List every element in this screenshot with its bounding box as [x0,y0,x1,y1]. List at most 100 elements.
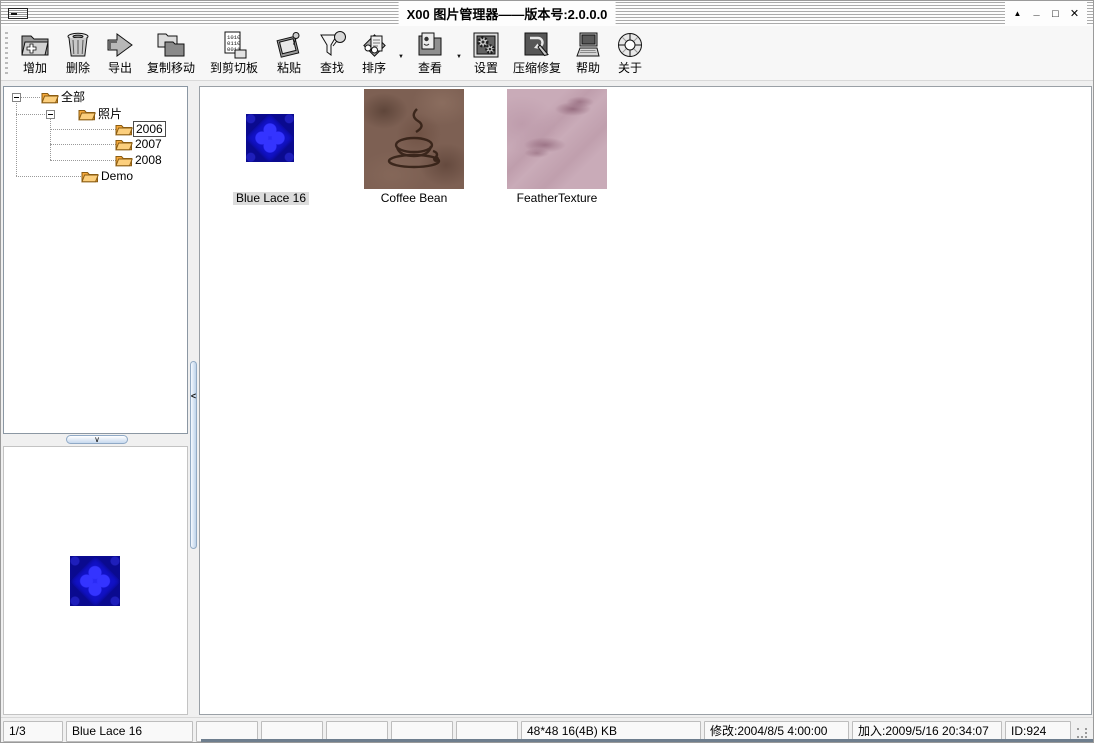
maximize-button[interactable]: □ [1047,5,1064,22]
tree-node-2006[interactable]: 2006 [115,122,166,136]
window-bottom-edge [201,739,1093,742]
titlebar[interactable]: X00 图片管理器——版本号:2.0.0.0 ▲ _ □ ✕ [1,1,1093,26]
view-button[interactable]: 查看 [407,28,453,78]
folder-icon [115,122,133,136]
tree-node-label: 全部 [59,90,87,104]
tree-node-label: 照片 [96,107,124,121]
toolbar-label: 删除 [66,61,90,75]
folder-icon [41,90,59,104]
tree-connector [16,114,45,115]
thumbnail-panel: Blue Lace 16 Coffee Bean FeatherTexture [199,86,1092,715]
copy-move-icon [155,28,187,61]
toolbar-grip[interactable] [5,32,8,74]
lifering-icon [614,28,646,61]
tree-connector [50,144,116,145]
window-title: X00 图片管理器——版本号:2.0.0.0 [399,2,616,25]
toolbar-label: 查看 [418,61,442,75]
tree-connector [21,97,40,98]
thumbnail-label[interactable]: Coffee Bean [378,192,451,205]
view-dropdown-arrow[interactable]: ▼ [453,28,465,78]
add-button[interactable]: 增加 [13,28,57,78]
sort-dropdown-arrow[interactable]: ▼ [395,28,407,78]
settings-button[interactable]: 设置 [465,28,507,78]
thumbnail-label[interactable]: Blue Lace 16 [233,192,309,205]
sort-button[interactable]: 排序 [353,28,395,78]
export-button[interactable]: 导出 [99,28,141,78]
window-controls: ▲ _ □ ✕ [1005,1,1087,26]
folder-icon [78,107,96,121]
find-button[interactable]: 查找 [311,28,353,78]
coffee-cup-sketch [364,89,464,189]
close-button[interactable]: ✕ [1066,5,1083,22]
toolbar-label: 粘贴 [277,61,301,75]
left-horizontal-splitter[interactable]: ∨ [3,434,188,446]
preview-image-blue-lace [70,556,120,606]
status-cell-filename: Blue Lace 16 [66,721,193,742]
status-cell-index: 1/3 [3,721,63,742]
chevron-down-icon: ∨ [94,436,100,444]
repair-icon [521,28,553,61]
tree-connector [50,118,51,160]
clipboard-doc-icon: 101001100011 [218,28,250,61]
tree-collapse-toggle[interactable] [46,110,55,119]
app-window: X00 图片管理器——版本号:2.0.0.0 ▲ _ □ ✕ 增加 删除 [0,0,1094,743]
thumbnail-label[interactable]: FeatherTexture [514,192,601,205]
to-clipboard-button[interactable]: 101001100011 到剪切板 [201,28,267,78]
folder-icon [115,137,133,151]
splitter-grip[interactable] [190,361,197,549]
folder-icon [115,153,133,167]
tree-node-label: 2006 [133,121,166,137]
toolbar-label: 导出 [108,61,132,75]
add-folder-icon [19,28,51,61]
paste-button[interactable]: 粘贴 [267,28,311,78]
compress-repair-button[interactable]: 压缩修复 [507,28,567,78]
toolbar-label: 压缩修复 [513,61,561,75]
pin-button[interactable]: ▲ [1009,5,1026,22]
toolbar-label: 查找 [320,61,344,75]
view-icon [414,28,446,61]
thumbnail-feather-texture[interactable] [507,89,607,189]
toolbar-label: 帮助 [576,61,600,75]
tree-node-photos[interactable]: 照片 [78,107,124,121]
tree-node-label: 2007 [133,137,164,151]
folder-tree-panel: 全部 照片 2006 2007 2008 Demo [3,86,188,434]
toolbar-label: 到剪切板 [210,61,258,75]
thumbnail-blue-lace[interactable] [246,114,294,162]
minimize-button[interactable]: _ [1028,5,1045,22]
computer-icon [572,28,604,61]
tree-node-demo[interactable]: Demo [81,169,135,183]
chevron-left-icon[interactable]: < [189,391,198,401]
about-button[interactable]: 关于 [609,28,651,78]
find-icon [316,28,348,61]
system-menu-icon[interactable] [8,8,28,19]
delete-button[interactable]: 删除 [57,28,99,78]
sort-icon [358,28,390,61]
export-arrow-icon [104,28,136,61]
folder-icon [81,169,99,183]
help-button[interactable]: 帮助 [567,28,609,78]
tree-node-label: 2008 [133,153,164,167]
thumbnail-coffee-bean[interactable] [364,89,464,189]
toolbar-label: 设置 [474,61,498,75]
toolbar: 增加 删除 导出 复制移动 101001100011 到剪切板 [1,26,1093,81]
copy-move-button[interactable]: 复制移动 [141,28,201,78]
minimize-icon: _ [1033,5,1039,17]
tree-node-2007[interactable]: 2007 [115,137,164,151]
tree-connector [50,129,116,130]
trash-icon [62,28,94,61]
tree-connector [50,160,116,161]
toolbar-label: 排序 [362,61,386,75]
toolbar-label: 关于 [618,61,642,75]
tree-node-2008[interactable]: 2008 [115,153,164,167]
tree-connector [16,101,17,176]
collapse-down-button[interactable]: ∨ [66,435,128,444]
tree-node-all[interactable]: 全部 [41,90,87,104]
preview-panel [3,446,188,715]
tree-collapse-toggle[interactable] [12,93,21,102]
toolbar-label: 增加 [23,61,47,75]
vertical-splitter[interactable]: < [188,86,199,715]
gears-icon [470,28,502,61]
toolbar-label: 复制移动 [147,61,195,75]
tree-node-label: Demo [99,169,135,183]
paste-icon [273,28,305,61]
